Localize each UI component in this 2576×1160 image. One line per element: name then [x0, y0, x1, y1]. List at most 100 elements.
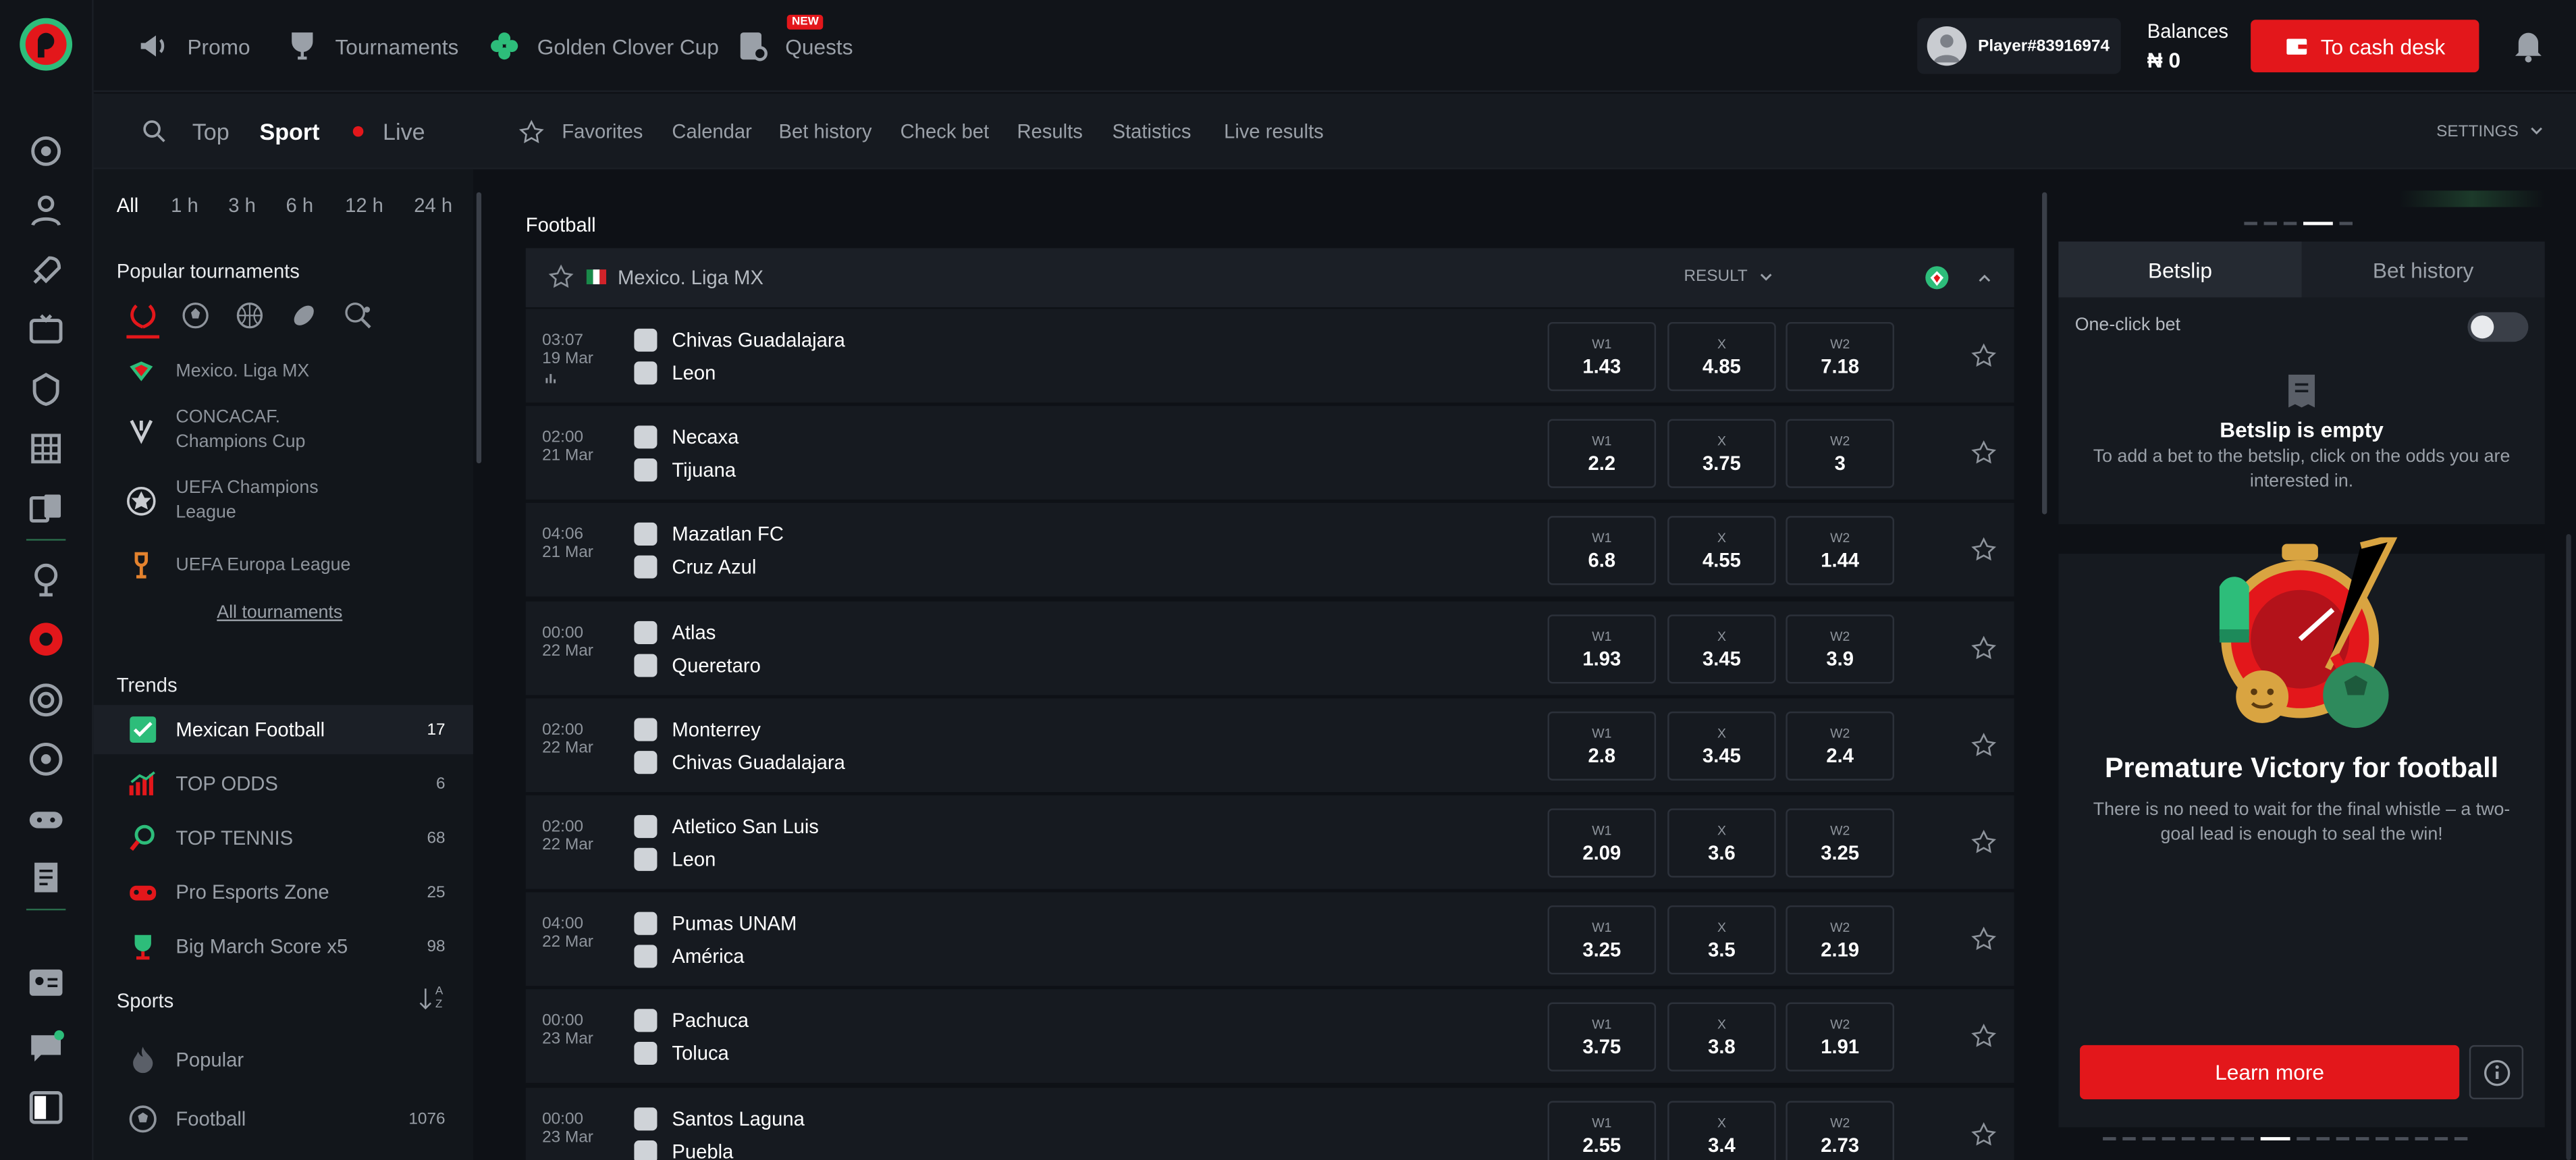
promo-pagination[interactable] [2103, 1137, 2468, 1140]
nav-promo[interactable]: Promo [136, 0, 250, 92]
odd-x-button[interactable]: X 4.55 [1667, 517, 1776, 586]
casino-chip-icon[interactable] [26, 739, 65, 779]
subnav-statistics[interactable]: Statistics [1112, 94, 1191, 169]
tournament-mexico-liga-mx[interactable]: Mexico. Liga MX [126, 357, 309, 386]
keno-icon[interactable] [26, 429, 65, 468]
odd-w2-button[interactable]: W2 3.25 [1786, 808, 1895, 878]
subnav-check-bet[interactable]: Check bet [901, 94, 989, 169]
tournament-concacaf[interactable]: CONCACAF. Champions Cup [126, 406, 305, 455]
away-team[interactable]: Queretaro [634, 653, 761, 677]
away-team[interactable]: Tijuana [634, 458, 736, 482]
star-icon[interactable] [1970, 926, 1997, 953]
odd-w2-button[interactable]: W2 3.9 [1786, 614, 1895, 683]
away-team[interactable]: Puebla [634, 1139, 733, 1160]
cards-icon[interactable] [26, 488, 65, 527]
receipt-icon[interactable] [26, 858, 65, 897]
odd-x-button[interactable]: X 3.6 [1667, 808, 1776, 878]
odd-x-button[interactable]: X 3.5 [1667, 905, 1776, 975]
away-team[interactable]: Chivas Guadalajara [634, 750, 845, 774]
subnav-calendar[interactable]: Calendar [672, 94, 752, 169]
match-row[interactable]: 04:06 21 Mar Mazatlan FC Cruz Azul W1 6.8 X 4.5… [525, 503, 2014, 599]
odd-w1-button[interactable]: W1 3.75 [1547, 1003, 1657, 1072]
home-team[interactable]: Necaxa [634, 425, 739, 449]
filter-12h[interactable]: 12 h [345, 194, 383, 217]
star-icon[interactable] [547, 263, 574, 290]
filter-all[interactable]: All [117, 194, 138, 217]
banner-pagination[interactable] [2244, 221, 2353, 226]
balances[interactable]: Balances ₦ 0 [2147, 20, 2228, 72]
search-icon[interactable] [140, 94, 169, 169]
odd-x-button[interactable]: X 3.45 [1667, 711, 1776, 781]
sport-popular[interactable]: Popular [94, 1035, 473, 1084]
home-team[interactable]: Mazatlan FC [634, 523, 784, 546]
odd-w1-button[interactable]: W1 1.43 [1547, 321, 1657, 392]
league-header[interactable]: Mexico. Liga MX RESULT [525, 248, 2014, 308]
mode-sport[interactable]: Sport [260, 94, 320, 169]
filter-6h[interactable]: 6 h [286, 194, 313, 217]
trend-big-march[interactable]: Big March Score x5 98 [94, 922, 473, 971]
rugby-icon[interactable] [289, 300, 319, 330]
tab-betslip[interactable]: Betslip [2058, 241, 2302, 298]
sort-az-button[interactable]: A Z [419, 984, 443, 1014]
stats-icon[interactable] [545, 371, 558, 384]
match-row[interactable]: 00:00 23 Mar Santos Laguna Puebla W1 2.55 X 3.4… [525, 1087, 2014, 1160]
odd-x-button[interactable]: X 3.75 [1667, 419, 1776, 489]
home-team[interactable]: Pachuca [634, 1009, 749, 1033]
home-team[interactable]: Santos Laguna [634, 1107, 805, 1130]
settings-icon[interactable] [26, 132, 65, 171]
tennis-icon[interactable] [344, 300, 373, 330]
dealer-icon[interactable] [26, 190, 65, 230]
odd-x-button[interactable]: X 4.85 [1667, 321, 1776, 392]
center-scrollbar[interactable] [2042, 192, 2047, 515]
odd-x-button[interactable]: X 3.8 [1667, 1003, 1776, 1072]
subnav-results[interactable]: Results [1017, 94, 1082, 169]
away-team[interactable]: Leon [634, 361, 716, 385]
nav-tournaments[interactable]: Tournaments [284, 0, 458, 92]
laurel-icon[interactable] [126, 299, 159, 332]
id-card-icon[interactable] [26, 963, 65, 1002]
football-icon[interactable] [181, 300, 211, 330]
subnav-live-results[interactable]: Live results [1224, 94, 1324, 169]
result-dropdown[interactable]: RESULT [1684, 268, 1774, 286]
match-row[interactable]: 02:00 21 Mar Necaxa Tijuana W1 2.2 X 3.75 W2 3 [525, 406, 2014, 502]
left-scrollbar[interactable] [476, 192, 482, 464]
home-team[interactable]: Monterrey [634, 718, 761, 741]
target-icon[interactable] [26, 681, 65, 720]
star-icon[interactable] [1970, 342, 1997, 369]
filter-1h[interactable]: 1 h [171, 194, 198, 217]
odd-w2-button[interactable]: W2 1.91 [1786, 1003, 1895, 1072]
tournament-uel[interactable]: UEFA Europa League [126, 550, 350, 580]
odd-w2-button[interactable]: W2 2.73 [1786, 1100, 1895, 1160]
nav-golden-clover-cup[interactable]: Golden Clover Cup [486, 0, 719, 92]
gamepad-icon[interactable] [26, 799, 65, 838]
home-team[interactable]: Atlas [634, 620, 716, 644]
filter-3h[interactable]: 3 h [228, 194, 256, 217]
trend-pro-esports[interactable]: Pro Esports Zone 25 [94, 868, 473, 917]
trend-mexican-football[interactable]: Mexican Football 17 [93, 705, 473, 755]
away-team[interactable]: América [634, 945, 744, 968]
settings-dropdown[interactable]: SETTINGS [2436, 94, 2545, 169]
trend-top-tennis[interactable]: TOP TENNIS 68 [94, 814, 473, 863]
tv-icon[interactable] [26, 311, 65, 350]
esports-icon[interactable] [26, 370, 65, 409]
odd-w1-button[interactable]: W1 3.25 [1547, 905, 1657, 975]
football-icon[interactable] [26, 619, 65, 658]
trend-top-odds[interactable]: TOP ODDS 6 [94, 759, 473, 808]
theme-icon[interactable] [26, 1088, 65, 1127]
one-click-toggle[interactable] [2467, 312, 2529, 342]
learn-more-button[interactable]: Learn more [2080, 1045, 2460, 1100]
star-icon[interactable] [1970, 731, 1997, 758]
all-tournaments-link[interactable]: All tournaments [217, 603, 342, 623]
basketball-icon[interactable] [235, 300, 265, 330]
match-row[interactable]: 03:07 19 Mar Chivas Guadalajara Leon W1 1.43 X… [525, 309, 2014, 404]
rocket-icon[interactable] [26, 251, 65, 290]
nav-quests[interactable]: Quests [734, 0, 853, 92]
star-icon[interactable] [1970, 1120, 1997, 1148]
match-row[interactable]: 02:00 22 Mar Monterrey Chivas Guadalajara W1… [525, 697, 2014, 793]
odd-w1-button[interactable]: W1 2.55 [1547, 1100, 1657, 1160]
match-row[interactable]: 00:00 22 Mar Atlas Queretaro W1 1.93 X 3.45 W2 3.… [525, 600, 2014, 696]
odd-w1-button[interactable]: W1 1.93 [1547, 614, 1657, 683]
odd-w1-button[interactable]: W1 6.8 [1547, 517, 1657, 586]
subnav-bet-history[interactable]: Bet history [779, 94, 872, 169]
brand-logo[interactable] [18, 16, 74, 72]
